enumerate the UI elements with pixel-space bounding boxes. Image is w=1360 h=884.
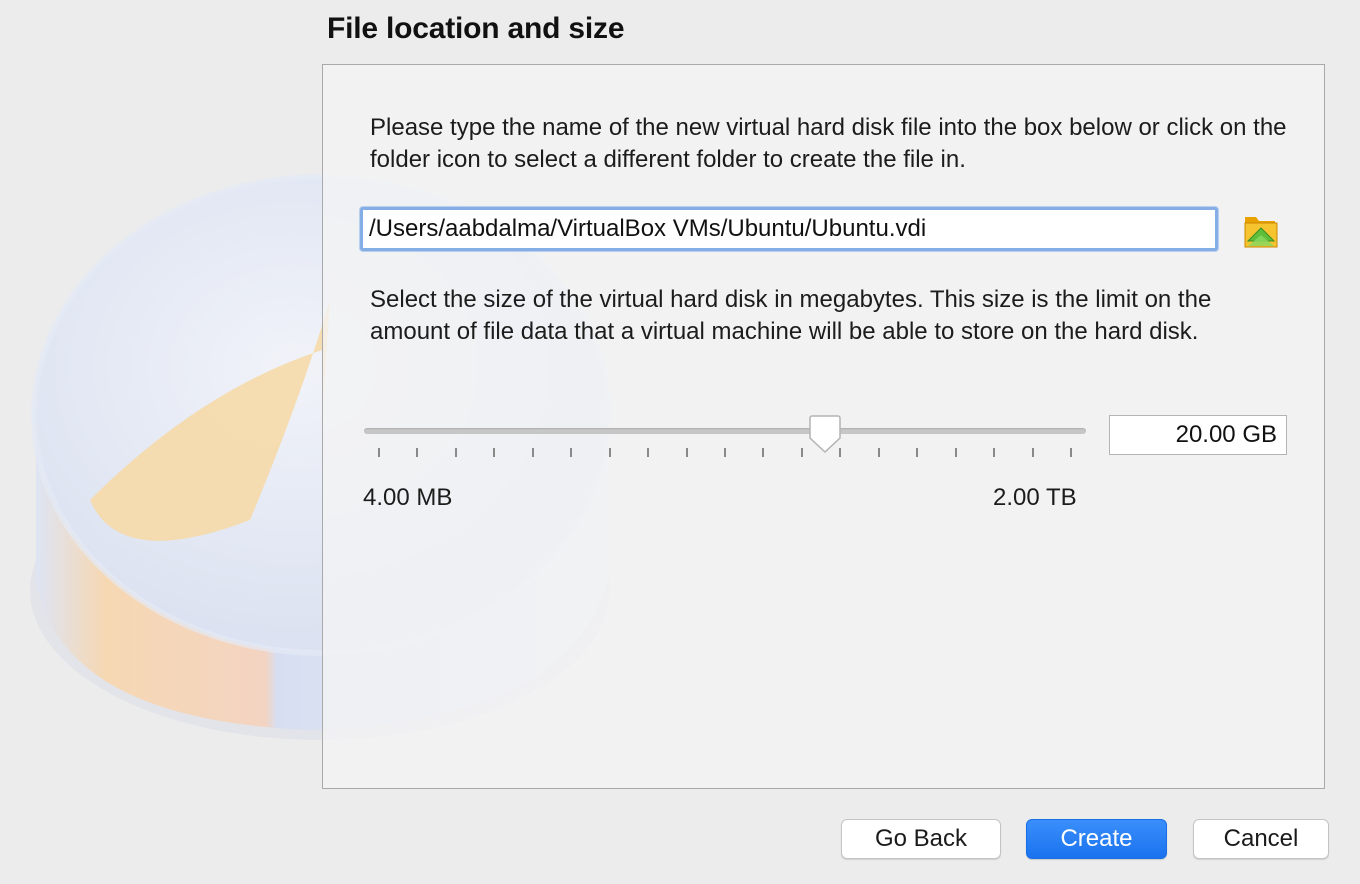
slider-tick [762,448,765,457]
slider-tick [993,448,996,457]
slider-tick [570,448,573,457]
folder-open-icon [1244,217,1278,248]
slider-tick [954,448,957,457]
slider-thumb[interactable] [808,414,842,454]
slider-tick [378,448,380,457]
create-button[interactable]: Create [1026,819,1167,859]
slider-tick [800,448,803,457]
slider-tick [1070,448,1072,457]
slider-tick [416,448,419,457]
slider-tick [647,448,650,457]
size-instructions: Select the size of the virtual hard disk… [370,286,1212,345]
slider-max-label: 2.00 TB [993,484,1077,511]
slider-tick [724,448,726,457]
slider-min-label: 4.00 MB [363,484,453,511]
disk-size-field[interactable] [1109,415,1287,455]
disk-size-slider[interactable] [364,410,1086,466]
go-back-button[interactable]: Go Back [841,819,1001,859]
slider-tick [839,448,842,457]
location-instructions: Please type the name of the new virtual … [370,114,1287,173]
slider-tick [531,448,534,457]
file-path-input[interactable] [360,207,1218,251]
cancel-button[interactable]: Cancel [1193,819,1329,859]
slider-tick [685,448,688,457]
slider-track[interactable] [364,428,1086,434]
slider-tick [877,448,880,457]
slider-tick [916,448,919,457]
slider-tick [1031,448,1034,457]
choose-folder-button[interactable] [1238,208,1284,252]
slider-tick [493,448,496,457]
page-title: File location and size [327,12,625,45]
slider-tick [608,448,611,457]
slider-tick [454,448,457,457]
